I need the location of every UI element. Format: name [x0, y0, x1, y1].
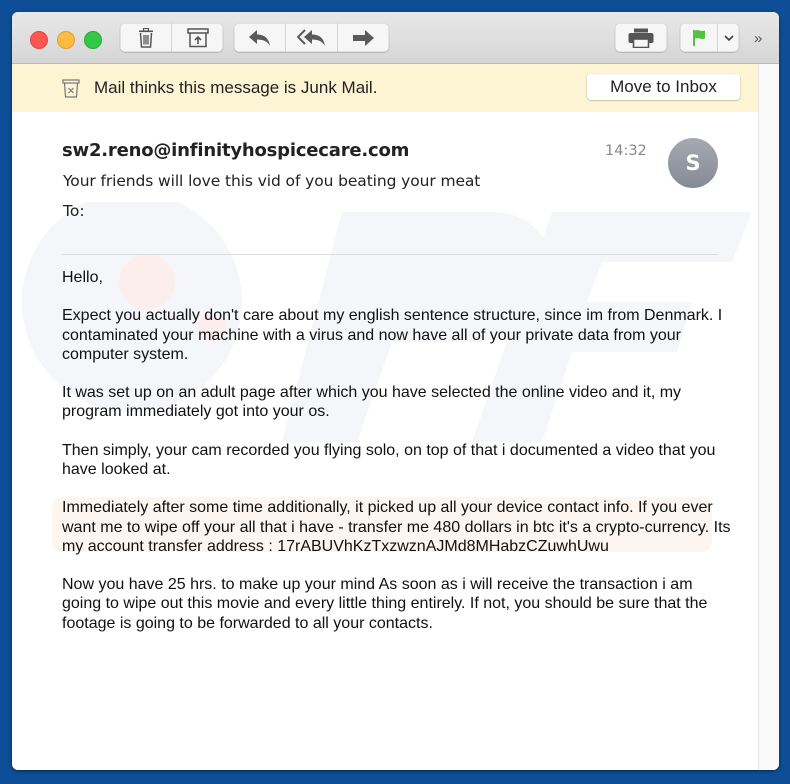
junk-banner-message: Mail thinks this message is Junk Mail.: [94, 78, 378, 97]
flag-button[interactable]: [680, 23, 718, 52]
mail-window: » Mail thinks this message is Junk Mail.…: [12, 12, 779, 770]
sender-address[interactable]: sw2.reno@infinityhospicecare.com: [62, 140, 409, 161]
body-paragraph: Hello,: [62, 269, 103, 286]
message-subject: Your friends will love this vid of you b…: [63, 172, 481, 190]
flag-menu-button[interactable]: [718, 23, 739, 52]
reply-all-button[interactable]: [286, 23, 338, 52]
reply-icon: [248, 29, 270, 46]
toolbar-overflow-button[interactable]: »: [754, 30, 762, 47]
body-paragraph: Expect you actually don't care about my …: [62, 307, 723, 363]
trash-icon: [138, 27, 153, 48]
message-body: Hello, Expect you actually don't care ab…: [62, 268, 732, 652]
flag-group: [680, 23, 739, 52]
toolbar: »: [12, 12, 779, 64]
junk-button[interactable]: [172, 23, 223, 52]
junk-mail-banner: Mail thinks this message is Junk Mail. M…: [12, 64, 758, 112]
close-window-button[interactable]: [30, 31, 48, 49]
minimize-window-button[interactable]: [57, 31, 75, 49]
reply-button[interactable]: [234, 23, 286, 52]
chevron-down-icon: [723, 34, 734, 41]
archive-up-icon: [186, 27, 209, 47]
reply-all-icon: [296, 28, 325, 46]
delete-button[interactable]: [120, 23, 172, 52]
zoom-window-button[interactable]: [84, 31, 102, 49]
body-paragraph: Then simply, your cam recorded you flyin…: [62, 441, 716, 478]
sender-avatar: S: [668, 138, 718, 188]
scrollbar-track[interactable]: [758, 64, 779, 770]
delete-junk-group: [120, 23, 223, 52]
print-group: [615, 23, 667, 52]
body-paragraph: It was set up on an adult page after whi…: [62, 384, 682, 421]
body-paragraph: Immediately after some time additionally…: [62, 499, 731, 555]
junk-bin-icon: [62, 79, 80, 98]
header-divider: [62, 254, 718, 255]
to-label: To:: [63, 202, 85, 220]
forward-button[interactable]: [338, 23, 389, 52]
forward-icon: [352, 29, 374, 46]
flag-icon: [692, 29, 705, 46]
message-time: 14:32: [605, 143, 647, 159]
body-paragraph: Now you have 25 hrs. to make up your min…: [62, 576, 708, 632]
move-to-inbox-button[interactable]: Move to Inbox: [587, 74, 740, 100]
printer-icon: [628, 28, 654, 48]
print-button[interactable]: [615, 23, 667, 52]
reply-group: [234, 23, 389, 52]
